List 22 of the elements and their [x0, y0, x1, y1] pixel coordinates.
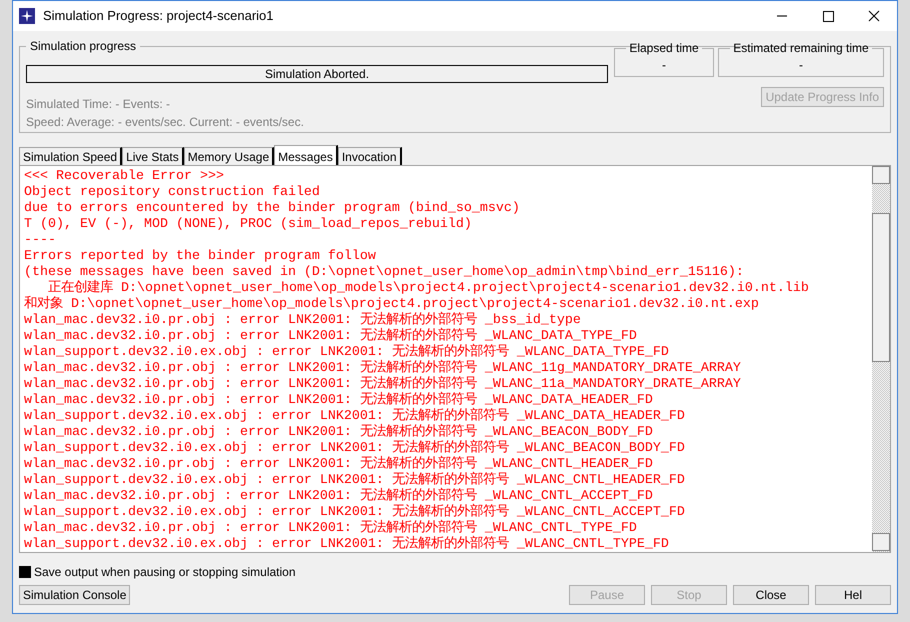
simulated-time-text: Simulated Time: - Events: -: [26, 96, 172, 113]
remaining-time-value: -: [798, 57, 804, 73]
tab[interactable]: Memory Usage: [184, 147, 274, 165]
tab[interactable]: Live Stats: [122, 147, 184, 165]
group-title: Simulation progress: [29, 38, 138, 55]
app-icon: [19, 8, 35, 24]
save-output-label[interactable]: Save output when pausing or stopping simulation: [34, 563, 296, 581]
message-log: <<< Recoverable Error >>> Object repository construction failed due to errors encountered by the binder program (bind_so_msvc) T (0), EV (-), MOD (NONE), PROC (sim_load_repos_rebuild) ---- Errors reported by the binder program follow (these messages have been saved in (D:\opnet\opnet_user_home\op_admin\tmp\bind_err_15116): 正在创建库 D:\opnet\opnet_user_home\op_models\project4.project\project4-scenario1.dev32.i0.nt.lib 和对象 D:\opnet\opnet_user_home\op_models\project4.project\project4-scenario1.dev32.i0.nt.exp wlan_mac.dev32.i0.pr.obj : error LNK2001: 无法解析的外部符号 _bss_id_type wlan_mac.dev32.i0.pr.obj : error LNK2001: 无法解析的外部符号 _WLANC_DATA_TYPE_FD wlan_support.dev32.i0.ex.obj : error LNK2001: 无法解析的外部符号 _WLANC_DATA_TYPE_FD wlan_mac.dev32.i0.pr.obj : error LNK2001: 无法解析的外部符号 _WLANC_11g_MANDATORY_DRATE_ARRAY wlan_mac.dev32.i0.pr.obj : error LNK2001: 无法解析的外部符号 _WLANC_11a_MANDATORY_DRATE_ARRAY wlan_mac.dev32.i0.pr.obj : error LNK2001: 无法解析的外部符号 _WLANC_DATA_HEADER_FD wlan_support.dev32.i0.ex.obj : error LNK2001: 无法解析的外部符号 _WLANC_DATA_HEADER_FD wlan_mac.dev32.i0.pr.obj : error LNK2001: 无法解析的外部符号 _WLANC_BEACON_BODY_FD wlan_support.dev32.i0.ex.obj : error LNK2001: 无法解析的外部符号 _WLANC_BEACON_BODY_FD wlan_mac.dev32.i0.pr.obj : error LNK2001: 无法解析的外部符号 _WLANC_CNTL_HEADER_FD wlan_support.dev32.i0.ex.obj : error LNK2001: 无法解析的外部符号 _WLANC_CNTL_HEADER_FD wlan_mac.dev32.i0.pr.obj : error LNK2001: 无法解析的外部符号 _WLANC_CNTL_ACCEPT_FD wlan_support.dev32.i0.ex.obj : error LNK2001: 无法解析的外部符号 _WLANC_CNTL_ACCEPT_FD wlan_mac.dev32.i0.pr.obj : error LNK2001: 无法解析的外部符号 _WLANC_CNTL_TYPE_FD wlan_support.dev32.i0.ex.obj : error LNK2001: 无法解析的外部符号 _WLANC_CNTL_TYPE_FD: [23, 168, 810, 552]
group-title: Elapsed time: [628, 40, 700, 57]
tab[interactable]: Invocation: [338, 147, 402, 165]
speed-text: Speed: Average: - events/sec. Current: - events/sec.: [26, 114, 305, 131]
simulation-console-button[interactable]: Simulation Console: [19, 585, 130, 605]
group-title: Estimated remaining time: [732, 40, 870, 57]
elapsed-time-value: -: [661, 57, 667, 73]
dialog-button[interactable]: Hel: [815, 585, 891, 605]
scrollbar[interactable]: [872, 166, 890, 552]
status-bar: Simulation Aborted.: [26, 65, 608, 83]
window-title: Simulation Progress: project4-scenario1: [43, 7, 274, 26]
dialog-button[interactable]: Close: [733, 585, 809, 605]
tab[interactable]: Messages: [274, 145, 338, 165]
save-output-checkbox[interactable]: [19, 566, 31, 578]
tab[interactable]: Simulation Speed: [19, 147, 122, 165]
